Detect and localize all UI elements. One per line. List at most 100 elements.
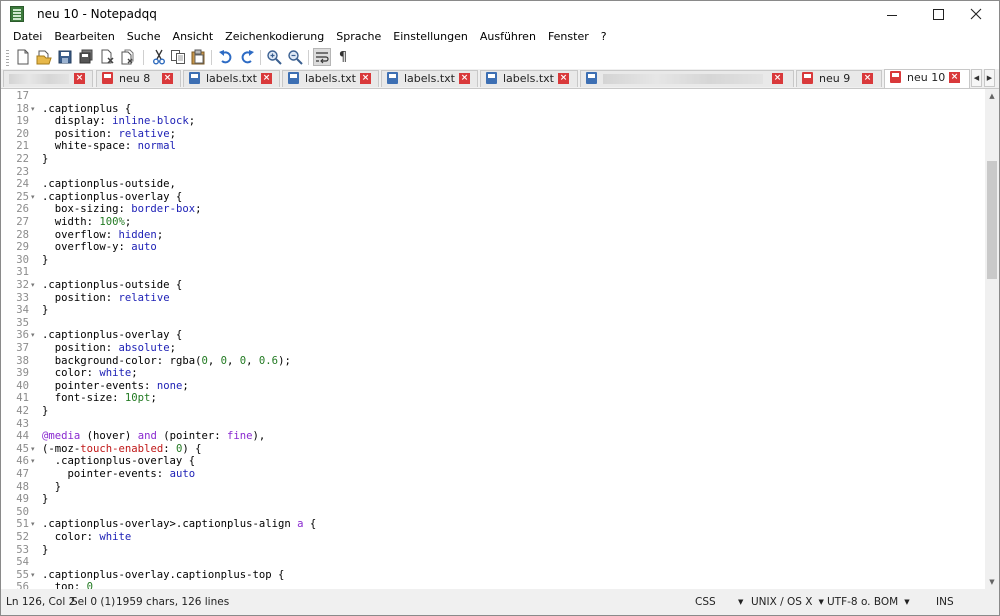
tab-close-icon[interactable]: × [459, 73, 470, 84]
copy-button[interactable] [170, 49, 186, 65]
fold-marker-icon[interactable]: ▾ [31, 518, 37, 531]
code-token: , [207, 354, 221, 367]
toolbar-separator [211, 50, 212, 65]
scroll-thumb[interactable] [987, 161, 997, 279]
tab-scroll-right-button[interactable]: ▶ [984, 69, 995, 87]
word-wrap-button[interactable] [313, 48, 331, 66]
zoom-out-button[interactable] [287, 49, 303, 65]
code-area[interactable]: .captionplus { display: inline-block; po… [42, 89, 982, 589]
code-line: position: absolute; [42, 342, 176, 355]
code-line: box-sizing: border-box; [42, 203, 202, 216]
paste-button[interactable] [190, 49, 206, 65]
menu-item[interactable]: Sprache [330, 27, 387, 47]
fold-marker-icon[interactable]: ▾ [31, 443, 37, 456]
code-token: color: [42, 367, 100, 380]
minimize-icon [887, 14, 897, 16]
minimize-button[interactable] [869, 1, 915, 27]
close-all-button[interactable] [120, 49, 136, 65]
menu-item[interactable]: Suche [121, 27, 167, 47]
zoom-in-icon [267, 50, 282, 65]
code-editor[interactable]: 17 18 ▾ 19 20 21 22 23 24 25 ▾ 26 27 28 29 30 31 32 ▾ 33 34 3… [1, 89, 985, 589]
close-file-button[interactable] [99, 49, 115, 65]
line-number: 18 [16, 102, 29, 115]
tab-close-icon[interactable]: × [261, 73, 272, 84]
saved-file-icon [288, 72, 299, 84]
scroll-down-button[interactable]: ▼ [985, 575, 999, 589]
menu-item[interactable]: Ausführen [474, 27, 542, 47]
caret-left-icon: ◀ [973, 74, 980, 82]
cut-button[interactable] [151, 49, 167, 65]
tab[interactable]: × [580, 70, 794, 87]
toolbar-separator [143, 50, 144, 65]
tab-scroll-left-button[interactable]: ◀ [971, 69, 982, 87]
code-token: display: [42, 115, 113, 128]
code-token: pointer-events: [42, 379, 157, 392]
show-whitespace-button[interactable]: ¶ [335, 49, 351, 65]
menu-item[interactable]: Datei [7, 27, 48, 47]
undo-button[interactable] [218, 49, 234, 65]
code-token: , [246, 354, 259, 367]
save-all-button[interactable] [78, 49, 94, 65]
code-line: } [42, 304, 48, 317]
tab-close-icon[interactable]: × [772, 73, 783, 84]
tab-close-icon[interactable]: × [558, 73, 569, 84]
close-window-button[interactable] [953, 1, 999, 27]
menu-item[interactable]: Einstellungen [387, 27, 474, 47]
menu-item[interactable]: ? [595, 27, 613, 47]
line-number: 23 [16, 165, 29, 178]
menu-item[interactable]: Zeichenkodierung [219, 27, 330, 47]
fold-marker-icon[interactable]: ▾ [31, 569, 37, 582]
tab-close-icon[interactable]: × [162, 73, 173, 84]
save-button[interactable] [57, 49, 73, 65]
fold-marker-icon[interactable]: ▾ [31, 279, 37, 292]
language-dropdown-arrow[interactable]: ▼ [732, 596, 743, 608]
line-ending-selector[interactable]: UNIX / OS X ▼ [751, 596, 824, 608]
language-selector[interactable]: CSS [695, 596, 716, 608]
tab[interactable]: labels.txt × [381, 70, 478, 87]
encoding-selector[interactable]: UTF-8 o. BOM ▼ [827, 596, 910, 608]
tab-close-icon[interactable]: × [74, 73, 85, 84]
code-token: absolute [118, 342, 170, 354]
tab-close-icon[interactable]: × [360, 73, 371, 84]
code-token: : [163, 442, 176, 455]
tab-close-icon[interactable]: × [862, 73, 873, 84]
code-line: top: 0 [42, 581, 93, 589]
tab[interactable]: labels.txt × [183, 70, 280, 87]
code-token: ; [124, 216, 132, 228]
zoom-in-button[interactable] [266, 49, 282, 65]
line-number: 40 [16, 379, 29, 392]
insert-mode-indicator[interactable]: INS [936, 596, 954, 608]
tab-close-icon[interactable]: × [949, 72, 960, 83]
menu-item[interactable]: Fenster [542, 27, 595, 47]
tab[interactable]: labels.txt × [282, 70, 379, 87]
redo-button[interactable] [239, 49, 255, 65]
toolbar-grip[interactable] [6, 50, 9, 66]
open-file-button[interactable] [36, 49, 52, 65]
code-token: ) { [182, 442, 202, 455]
fold-marker-icon[interactable]: ▾ [31, 329, 37, 342]
encoding-label: UTF-8 o. BOM [827, 596, 899, 608]
scroll-up-button[interactable]: ▲ [985, 89, 999, 103]
code-token: .captionplus-outside { [42, 279, 183, 291]
code-token: rgba( [169, 354, 202, 367]
tab[interactable]: neu 9 × [796, 70, 882, 87]
fold-marker-icon[interactable]: ▾ [31, 191, 37, 204]
code-line: overflow: hidden; [42, 229, 163, 242]
fold-marker-icon[interactable]: ▾ [31, 455, 37, 468]
tab[interactable]: × [3, 70, 93, 87]
vertical-scrollbar[interactable]: ▲ ▼ [985, 89, 999, 589]
menu-bar: Datei Bearbeiten Suche Ansicht Zeichenkodier… [1, 27, 999, 47]
menu-item[interactable]: Ansicht [167, 27, 220, 47]
menu-item[interactable]: Bearbeiten [48, 27, 120, 47]
code-token: (hover) [80, 430, 138, 443]
tab[interactable]: labels.txt × [480, 70, 578, 87]
new-file-button[interactable] [15, 49, 31, 65]
tab[interactable]: neu 8 × [96, 70, 181, 87]
fold-marker-icon[interactable]: ▾ [31, 103, 37, 116]
code-token: 10pt [124, 392, 151, 405]
line-number: 36 [16, 329, 29, 342]
tab[interactable]: neu 10 × [884, 69, 970, 88]
code-token: overflow-y: [42, 241, 132, 254]
code-token: .captionplus-overlay { [42, 190, 183, 203]
code-token: white [99, 367, 132, 380]
